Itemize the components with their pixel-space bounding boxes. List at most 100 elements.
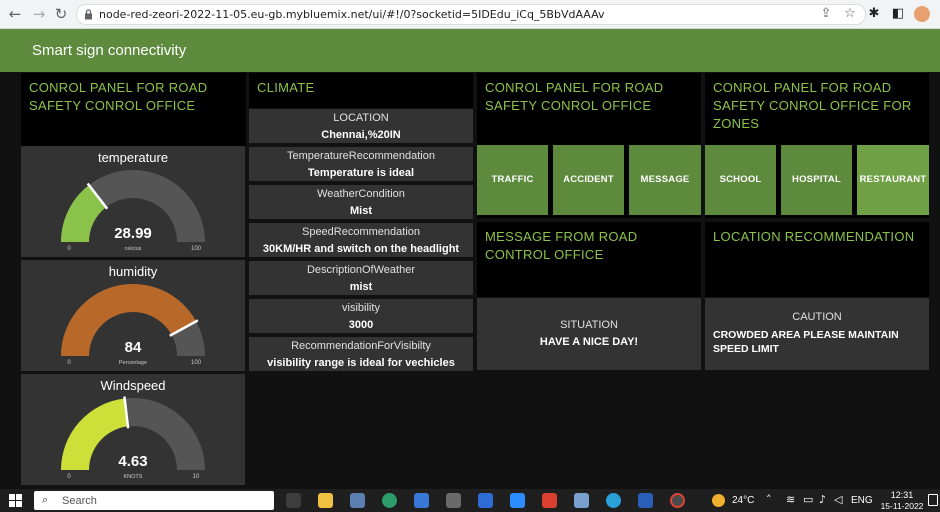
message-group: MESSAGE FROM ROAD CONTROL OFFICE <box>477 222 701 297</box>
climate-item-value: mist <box>349 281 373 293</box>
address-bar[interactable]: node-red-zeori-2022-11-05.eu-gb.mybluemi… <box>76 4 866 25</box>
gauge-value: 4.63 <box>118 453 147 470</box>
windspeed-gauge: 4.63 KNOTS 0 10 Windspeed <box>21 374 245 485</box>
telegram-icon[interactable] <box>606 493 621 508</box>
gauge-max: 100 <box>191 360 202 366</box>
notification-icon[interactable] <box>928 494 938 506</box>
situation-label: SITUATION <box>560 319 618 331</box>
climate-item: TemperatureRecommendation Temperature is … <box>249 147 473 181</box>
location-group: LOCATION RECOMMENDATION <box>705 222 929 297</box>
extensions-icon[interactable]: ✱ <box>866 6 882 22</box>
climate-item-value: visibility range is ideal for vechicles <box>267 357 455 369</box>
gauge-max: 10 <box>193 474 200 480</box>
accident-button[interactable]: ACCIDENT <box>553 145 624 215</box>
climate-item-value: 30KM/HR and switch on the headlight <box>262 243 460 255</box>
gauge-unit: celcius <box>125 246 142 252</box>
temperature-gauge: 28.99 celcius 0 100 temperature <box>21 146 245 257</box>
url-text: node-red-zeori-2022-11-05.eu-gb.mybluemi… <box>99 8 605 21</box>
zone-buttons-row: SCHOOL HOSPITAL RESTAURANT <box>705 145 929 218</box>
search-icon: ⌕ <box>42 493 49 506</box>
message-button[interactable]: MESSAGE <box>629 145 701 215</box>
taskbar: ⌕ Search 24°C ˄ ≋ ▭ ♪ ◁ ENG 12:31 15-11-… <box>0 489 940 512</box>
climate-item-label: visibility <box>342 302 380 314</box>
word-icon[interactable] <box>638 493 653 508</box>
language-indicator[interactable]: ENG <box>851 495 873 506</box>
control-panel-group: CONROL PANEL FOR ROAD SAFETY CONROL OFFI… <box>21 73 246 146</box>
file-explorer-icon[interactable] <box>318 493 333 508</box>
gauge-value: 28.99 <box>114 225 152 242</box>
edge-browser-icon[interactable] <box>382 493 397 508</box>
climate-item: SpeedRecommendation 30KM/HR and switch on… <box>249 223 473 257</box>
weather-temperature: 24°C <box>732 495 755 506</box>
store-icon[interactable] <box>414 493 429 508</box>
speaker-icon[interactable]: ◁ <box>834 493 842 506</box>
back-arrow-icon[interactable]: ← <box>6 5 24 23</box>
restaurant-button[interactable]: RESTAURANT <box>857 145 929 215</box>
document-icon[interactable] <box>574 493 589 508</box>
lock-icon <box>85 9 92 20</box>
group-title: LOCATION RECOMMENDATION <box>713 229 915 244</box>
wifi-icon[interactable]: ≋ <box>786 493 795 506</box>
profile-avatar[interactable] <box>914 6 930 22</box>
app-header: Smart sign connectivity <box>0 29 940 72</box>
climate-item: LOCATION Chennai,%20IN <box>249 109 473 143</box>
zones-panel-group: CONROL PANEL FOR ROAD SAFETY CONROL OFFI… <box>705 73 929 145</box>
forward-arrow-icon[interactable]: → <box>30 5 48 23</box>
reload-icon[interactable]: ↻ <box>52 5 70 23</box>
gauge-title: humidity <box>108 264 158 279</box>
climate-item-value: 3000 <box>348 319 374 331</box>
control-panel-group-2: CONROL PANEL FOR ROAD SAFETY CONROL OFFI… <box>477 73 701 145</box>
zoom-icon[interactable] <box>510 493 525 508</box>
hospital-button[interactable]: HOSPITAL <box>781 145 852 215</box>
gauge-max: 100 <box>191 246 202 252</box>
group-title: CLIMATE <box>257 80 315 95</box>
gauge-min: 0 <box>67 360 71 366</box>
climate-item-label: SpeedRecommendation <box>301 226 421 238</box>
situation-card: SITUATION HAVE A NICE DAY! <box>477 298 701 370</box>
climate-item-value: Chennai,%20IN <box>321 129 401 141</box>
gauge-min: 0 <box>67 474 71 480</box>
school-button[interactable]: SCHOOL <box>705 145 776 215</box>
battery-icon[interactable]: ▭ <box>803 493 813 506</box>
chevron-up-icon[interactable]: ˄ <box>766 493 772 506</box>
share-icon[interactable]: ⇪ <box>818 6 834 22</box>
climate-item: RecommendationForVisibilty visibility ran… <box>249 337 473 371</box>
calculator-icon[interactable] <box>446 493 461 508</box>
humidity-gauge: 84 Percentage 0 100 humidity <box>21 260 245 371</box>
traffic-button[interactable]: TRAFFIC <box>477 145 548 215</box>
gauge-title: Windspeed <box>100 378 166 393</box>
camera-icon[interactable] <box>350 493 365 508</box>
climate-item: WeatherCondition Mist <box>249 185 473 219</box>
caution-card: CAUTION CROWDED AREA PLEASE MAINTAIN SPE… <box>705 298 929 370</box>
taskbar-search[interactable]: ⌕ Search <box>34 491 274 510</box>
gauge-unit: KNOTS <box>124 474 143 480</box>
mail-icon[interactable] <box>478 493 493 508</box>
gauge-unit: Percentage <box>119 360 147 366</box>
clock-time[interactable]: 12:31 <box>885 490 919 500</box>
control-buttons-row: TRAFFIC ACCIDENT MESSAGE <box>477 145 701 218</box>
task-view-icon[interactable] <box>286 493 301 508</box>
climate-item-value: Mist <box>350 205 372 217</box>
bookmark-star-icon[interactable]: ☆ <box>842 6 858 22</box>
climate-item-label: RecommendationForVisibilty <box>291 340 431 352</box>
climate-item: DescriptionOfWeather mist <box>249 261 473 295</box>
group-title: CONROL PANEL FOR ROAD SAFETY CONROL OFFI… <box>485 80 664 113</box>
weather-icon <box>712 494 725 507</box>
climate-item-label: WeatherCondition <box>317 188 405 200</box>
windows-start-icon[interactable] <box>9 494 22 507</box>
search-placeholder: Search <box>62 495 97 507</box>
caution-value: CROWDED AREA PLEASE MAINTAIN SPEED LIMIT <box>713 329 899 355</box>
climate-item: visibility 3000 <box>249 299 473 333</box>
climate-group: CLIMATE <box>249 73 473 108</box>
climate-item-value: Temperature is ideal <box>307 167 415 179</box>
media-icon[interactable] <box>542 493 557 508</box>
gauge-min: 0 <box>67 246 71 252</box>
situation-value: HAVE A NICE DAY! <box>539 336 639 348</box>
gauge-title: temperature <box>97 150 169 165</box>
volume-icon[interactable]: ♪ <box>819 493 826 506</box>
climate-item-label: TemperatureRecommendation <box>287 150 435 162</box>
sidepanel-icon[interactable]: ◧ <box>890 6 906 22</box>
chrome-icon[interactable] <box>670 493 685 508</box>
group-title: CONROL PANEL FOR ROAD SAFETY CONROL OFFI… <box>713 80 912 131</box>
clock-date[interactable]: 15-11-2022 <box>879 501 925 511</box>
